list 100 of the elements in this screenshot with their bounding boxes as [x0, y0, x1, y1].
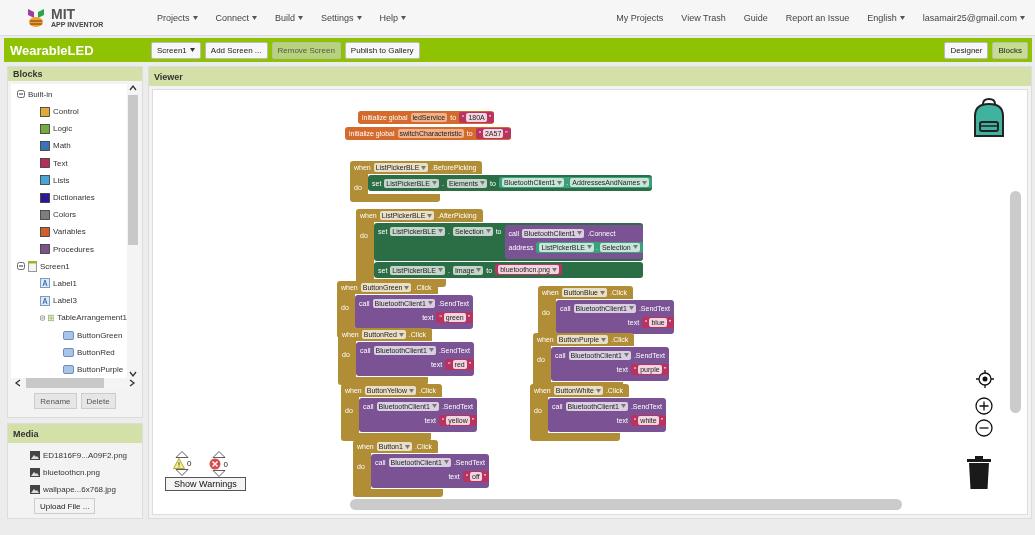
- tree-item[interactable]: Control: [40, 103, 127, 121]
- dropdown-icon: [600, 290, 605, 295]
- collapse-icon[interactable]: [17, 262, 25, 271]
- collapse-icon[interactable]: [17, 90, 25, 99]
- dropdown-icon: [620, 404, 626, 408]
- media-file[interactable]: bluetoothcn.png: [30, 464, 100, 481]
- tree-item[interactable]: ButtonRed: [63, 343, 127, 361]
- zoom-in-icon[interactable]: [975, 397, 993, 415]
- caret-icon: [356, 15, 362, 20]
- button-component-icon: [63, 347, 74, 357]
- down-arrow-icon[interactable]: [175, 469, 190, 476]
- tree-item[interactable]: Built-in: [17, 85, 127, 103]
- tree-item[interactable]: Colors: [40, 206, 127, 224]
- dropdown-icon: [404, 285, 410, 290]
- error-count: 0: [223, 459, 228, 469]
- chevron-up-icon[interactable]: [129, 83, 137, 92]
- panel-title: Blocks: [8, 67, 142, 81]
- panel-title: Viewer: [149, 67, 1031, 86]
- nav-link[interactable]: My Projects: [616, 12, 664, 23]
- collapse-icon[interactable]: [40, 313, 45, 322]
- view-toggle-button[interactable]: Designer: [944, 41, 989, 59]
- tree-item[interactable]: Screen1: [17, 257, 127, 275]
- caret-icon: [298, 15, 304, 20]
- media-file[interactable]: wallpape...6x768.jpg: [30, 481, 116, 498]
- chevron-right-icon[interactable]: [128, 379, 136, 387]
- dropdown-icon: [632, 245, 638, 249]
- recenter-icon[interactable]: [976, 370, 994, 388]
- account-menu[interactable]: lasamair25@gmail.com: [922, 12, 1025, 23]
- dropdown-icon: [557, 180, 563, 185]
- image-file-icon: [30, 485, 40, 494]
- dropdown-icon: [552, 267, 557, 272]
- table-grid-icon: [47, 312, 55, 323]
- vertical-scrollbar[interactable]: [127, 83, 139, 378]
- menu-item[interactable]: Connect: [215, 12, 258, 23]
- dropdown-icon: [480, 181, 486, 185]
- toolbar-button[interactable]: Publish to Gallery: [344, 41, 420, 59]
- caret-icon: [899, 15, 905, 20]
- dropdown-icon: [427, 301, 433, 305]
- dropdown-icon: [437, 268, 443, 272]
- tree-item[interactable]: Dictionaries: [40, 188, 127, 207]
- dropdown-icon: [628, 306, 634, 310]
- caret-icon: [189, 48, 195, 52]
- nav-link[interactable]: View Trash: [681, 12, 726, 23]
- panel-button[interactable]: Rename: [34, 393, 77, 409]
- upload-button[interactable]: Upload File ...: [34, 498, 96, 514]
- tree-item[interactable]: Procedures: [40, 240, 127, 258]
- menu-item[interactable]: Settings: [321, 12, 362, 23]
- error-icon: [209, 458, 222, 470]
- media-file[interactable]: ED1816F9...A09F2.png: [30, 447, 128, 464]
- dropdown-icon: [485, 229, 491, 233]
- dropdown-icon: [427, 213, 433, 218]
- trash-icon[interactable]: [966, 454, 992, 490]
- dropdown-icon: [428, 348, 434, 352]
- chevron-left-icon[interactable]: [14, 379, 22, 387]
- horizontal-scrollbar[interactable]: [350, 499, 902, 510]
- dropdown-icon: [398, 332, 404, 337]
- up-arrow-icon[interactable]: [211, 451, 226, 458]
- dropdown-icon: [431, 181, 437, 185]
- zoom-out-icon[interactable]: [975, 419, 993, 437]
- screen-dropdown[interactable]: Screen1: [151, 41, 201, 59]
- tree-item[interactable]: Label1: [40, 274, 127, 293]
- view-toggle-button[interactable]: Blocks: [992, 41, 1028, 59]
- project-title: WearableLED: [10, 42, 95, 58]
- dropdown-icon: [408, 388, 414, 393]
- tree-item[interactable]: Label3: [40, 292, 127, 310]
- button-component-icon: [63, 330, 74, 340]
- tree-item[interactable]: ButtonPurple: [63, 360, 127, 378]
- caret-icon: [252, 15, 258, 20]
- tree-item[interactable]: Text: [40, 154, 127, 172]
- dropdown-icon: [577, 231, 583, 235]
- menu-item[interactable]: Help: [379, 12, 407, 23]
- caret-icon: [1020, 15, 1025, 20]
- screen-icon: [28, 260, 37, 272]
- nav-link[interactable]: Guide: [743, 12, 768, 23]
- label-component-icon: [40, 295, 50, 306]
- tree-item[interactable]: Logic: [40, 120, 127, 138]
- dropdown-icon: [443, 460, 449, 464]
- toolbar-button[interactable]: Add Screen ...: [204, 41, 268, 59]
- dropdown-icon: [595, 388, 601, 393]
- image-file-icon: [30, 451, 40, 460]
- menu-item[interactable]: Projects: [157, 12, 198, 23]
- menu-item[interactable]: Build: [275, 12, 304, 23]
- chevron-down-icon[interactable]: [129, 370, 137, 378]
- tree-item[interactable]: Variables: [40, 223, 127, 241]
- language-menu[interactable]: English: [867, 12, 905, 23]
- panel-title: Media: [8, 424, 142, 443]
- tree-item[interactable]: TableArrangement1: [40, 309, 127, 327]
- dropdown-icon: [601, 337, 607, 342]
- tree-item[interactable]: Lists: [40, 171, 127, 189]
- image-file-icon: [30, 468, 40, 477]
- tree-item[interactable]: ButtonGreen: [63, 326, 127, 344]
- panel-button[interactable]: Delete: [80, 393, 116, 409]
- dropdown-icon: [476, 268, 482, 272]
- down-arrow-icon[interactable]: [211, 470, 226, 477]
- nav-link[interactable]: Report an Issue: [785, 12, 850, 23]
- vertical-scrollbar[interactable]: [1010, 191, 1021, 413]
- up-arrow-icon[interactable]: [175, 451, 190, 458]
- blocks-canvas[interactable]: [152, 89, 1028, 515]
- tree-item[interactable]: Math: [40, 137, 127, 155]
- show-warnings-button[interactable]: Show Warnings: [165, 477, 246, 491]
